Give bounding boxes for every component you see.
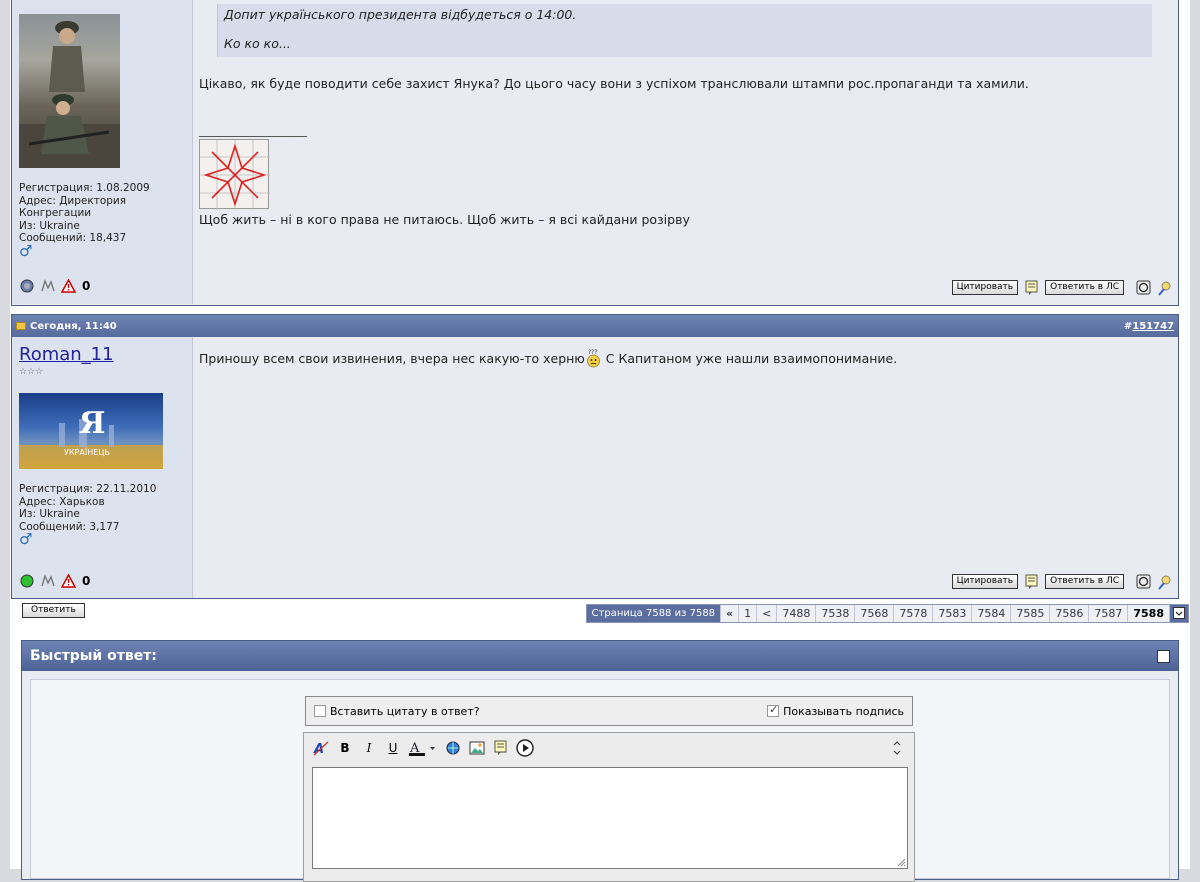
- post-1-address-cont: Конгрегации: [19, 207, 92, 219]
- font-color-icon[interactable]: A: [408, 739, 438, 757]
- quote-button[interactable]: Цитировать: [951, 280, 1019, 295]
- insert-quote-checkbox[interactable]: [314, 705, 326, 717]
- insert-link-icon[interactable]: [444, 739, 462, 757]
- page-link[interactable]: 7488: [776, 605, 815, 622]
- post-1-message: Допит українського президента відбудетьс…: [193, 0, 1178, 304]
- report-icon[interactable]: [61, 278, 76, 293]
- post-2-username[interactable]: Roman_11: [19, 344, 185, 365]
- multi-quote-icon[interactable]: [1024, 574, 1039, 589]
- post-1-address: Адрес: Директория: [19, 194, 127, 207]
- page-link[interactable]: 7585: [1010, 605, 1049, 622]
- report-icon[interactable]: [61, 573, 76, 588]
- post-2-date: Сегодня, 11:40: [30, 320, 117, 332]
- quick-reply-title: Быстрый ответ:: [30, 648, 157, 664]
- signature-image: [199, 139, 270, 210]
- page-link[interactable]: 7584: [971, 605, 1010, 622]
- avatar-caption: УКРАЇНЕЦЬ: [64, 447, 110, 457]
- remove-format-icon[interactable]: A: [312, 739, 330, 757]
- post-2-avatar: Я УКРАЇНЕЦЬ: [19, 393, 163, 469]
- quote-line-1: Допит українського президента відбудетьс…: [224, 7, 577, 22]
- post-1-text: Цікаво, як буде поводити себе захист Яну…: [199, 76, 1029, 91]
- reply-editor: A B I U A: [303, 732, 915, 882]
- reputation-icon[interactable]: [40, 573, 55, 588]
- quote-line-2: Ко ко ко...: [224, 36, 291, 51]
- post-permalink[interactable]: 151747: [1132, 321, 1174, 332]
- current-page: 7588: [1127, 605, 1169, 622]
- first-page-link[interactable]: «: [720, 605, 738, 622]
- reply-pm-button[interactable]: Ответить в ЛС: [1045, 574, 1124, 589]
- multi-quote-icon[interactable]: [1024, 280, 1039, 295]
- insert-image-icon[interactable]: [468, 739, 486, 757]
- post-1-post-count: Сообщений: 18,437: [19, 232, 127, 244]
- ip-info-icon[interactable]: [1157, 280, 1172, 296]
- reputation-icon[interactable]: [40, 278, 55, 293]
- paperclip-icon: 0: [82, 573, 91, 588]
- collapse-icon[interactable]: [1157, 649, 1170, 663]
- post-2-from: Из: Ukraine: [19, 508, 80, 520]
- warn-icon[interactable]: [1136, 280, 1151, 295]
- resize-editor-icon[interactable]: [888, 739, 906, 757]
- underline-icon[interactable]: U: [384, 739, 402, 757]
- online-status-icon: [19, 573, 34, 588]
- post-2-number: #151747: [1124, 321, 1174, 332]
- reply-pm-button[interactable]: Ответить в ЛС: [1045, 280, 1124, 295]
- rank-stars: ☆☆☆: [19, 367, 44, 377]
- confused-smiley-icon: ???: [585, 348, 602, 371]
- post-2-header: Сегодня, 11:40 #151747: [12, 315, 1178, 337]
- quick-reply-body: Вставить цитату в ответ? Показывать подп…: [30, 679, 1170, 882]
- post-1-userinfo: Регистрация: 1.08.2009 Адрес: Директория…: [12, 0, 193, 304]
- paperclip-icon: 0: [82, 278, 91, 293]
- post-2-address: Адрес: Харьков: [19, 495, 105, 508]
- warn-icon[interactable]: [1136, 574, 1151, 589]
- signature-separator: __________________: [199, 123, 307, 137]
- insert-video-icon[interactable]: [516, 739, 534, 757]
- post-1-quote: Допит українського президента відбудетьс…: [217, 4, 1152, 57]
- insert-quote-icon[interactable]: [492, 739, 510, 757]
- page-link[interactable]: 7587: [1088, 605, 1127, 622]
- bold-icon[interactable]: B: [336, 739, 354, 757]
- reply-options: Вставить цитату в ответ? Показывать подп…: [305, 696, 913, 726]
- page-link[interactable]: 7583: [932, 605, 971, 622]
- italic-icon[interactable]: I: [360, 739, 378, 757]
- post-2-text-b: С Капитаном уже нашли взаимопонимание.: [601, 351, 898, 366]
- pagination: Страница 7588 из 7588 « 1 < 7488 7538 75…: [585, 604, 1189, 623]
- quote-button[interactable]: Цитировать: [951, 574, 1019, 589]
- pagination-label: Страница 7588 из 7588: [586, 605, 721, 622]
- page-link[interactable]: 7578: [893, 605, 932, 622]
- post-2-reg-date: Регистрация: 22.11.2010: [19, 483, 157, 495]
- reply-button[interactable]: Ответить: [22, 603, 85, 618]
- post-2-message: Приношу всем свои извинения, вчера нес к…: [193, 337, 1178, 598]
- avatar-letter: Я: [79, 406, 105, 441]
- post-2: Сегодня, 11:40 #151747 Roman_11 ☆☆☆ Я УК…: [11, 314, 1179, 599]
- page-jump-icon[interactable]: [1169, 605, 1188, 622]
- show-signature-checkbox[interactable]: [767, 703, 780, 717]
- post-1-avatar: [19, 14, 120, 168]
- resize-grip-icon[interactable]: [896, 857, 906, 867]
- show-signature-label: Показывать подпись: [783, 704, 904, 718]
- post-2-text-a: Приношу всем свои извинения, вчера нес к…: [199, 351, 585, 366]
- reply-textarea[interactable]: [312, 767, 908, 869]
- offline-status-icon: [19, 278, 34, 293]
- page-link[interactable]: 1: [738, 605, 756, 622]
- post-1-from: Из: Ukraine: [19, 219, 80, 232]
- post-number-prefix: #: [1123, 320, 1133, 332]
- post-2-post-count: Сообщений: 3,177: [19, 520, 120, 533]
- post-1-reg-date: Регистрация: 1.08.2009: [19, 182, 150, 194]
- page-link[interactable]: 7538: [815, 605, 854, 622]
- male-icon: ♂: [19, 530, 33, 548]
- quick-reply-header: Быстрый ответ:: [22, 641, 1178, 671]
- folder-icon: [16, 322, 26, 330]
- insert-quote-label: Вставить цитату в ответ?: [330, 704, 480, 718]
- page-link[interactable]: <: [756, 605, 776, 622]
- page-link[interactable]: 7586: [1049, 605, 1088, 622]
- post-2-userinfo: Roman_11 ☆☆☆ Я УКРАЇНЕЦЬ Регистрация: 22…: [12, 337, 193, 598]
- post-1-signature: Щоб жить – ні в кого права не питаюсь. Щ…: [199, 212, 690, 227]
- post-1: Регистрация: 1.08.2009 Адрес: Директория…: [11, 0, 1179, 306]
- editor-toolbar: A B I U A: [304, 733, 914, 763]
- ip-info-icon[interactable]: [1157, 574, 1172, 590]
- male-icon: ♂: [19, 241, 33, 260]
- page-link[interactable]: 7568: [854, 605, 893, 622]
- quick-reply-panel: Быстрый ответ: Вставить цитату в ответ? …: [21, 640, 1179, 882]
